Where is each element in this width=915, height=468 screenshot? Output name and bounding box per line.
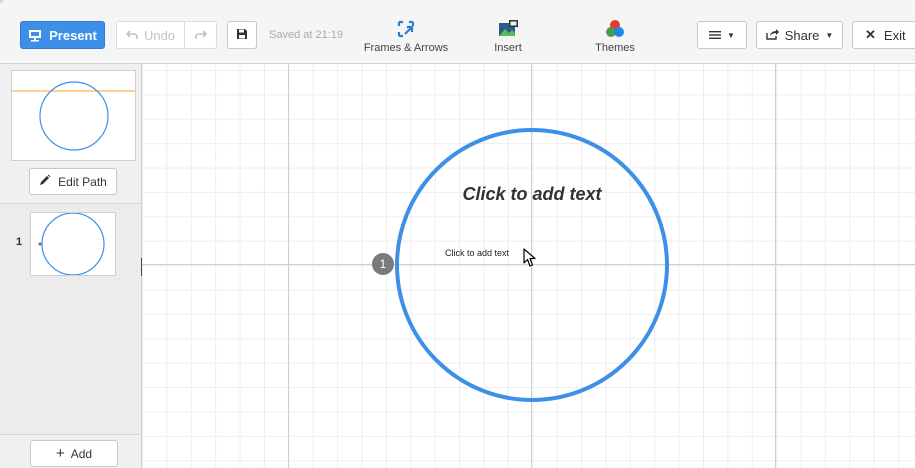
frames-arrows-icon [396, 18, 416, 40]
save-button[interactable] [227, 21, 257, 49]
close-icon: ✕ [865, 27, 876, 42]
share-icon [765, 28, 779, 43]
redo-button[interactable] [185, 21, 217, 49]
share-button[interactable]: Share ▼ [756, 21, 843, 49]
insert-tool[interactable]: Insert [478, 18, 538, 58]
grid-guide-line [288, 64, 289, 468]
insert-image-icon [497, 18, 519, 40]
body-placeholder[interactable]: Click to add text [445, 248, 509, 258]
share-label: Share [784, 27, 820, 43]
menu-button[interactable]: ▼ [697, 21, 747, 49]
overview-preview [12, 81, 135, 151]
add-label: Add [70, 446, 93, 461]
save-icon [236, 28, 248, 43]
frames-list: 1 [0, 204, 141, 434]
undo-label: Undo [143, 27, 176, 43]
themes-tool[interactable]: Themes [583, 18, 647, 58]
plus-icon: + [55, 445, 65, 462]
present-label: Present [49, 27, 97, 43]
canvas[interactable]: Click to add text Click to add text 1 [142, 64, 915, 468]
themes-icon [605, 18, 625, 40]
undo-icon [125, 28, 138, 43]
frame-number: 1 [16, 236, 23, 248]
frames-arrows-tool[interactable]: Frames & Arrows [360, 18, 452, 58]
edit-path-label: Edit Path [58, 174, 107, 189]
frame-number-badge[interactable]: 1 [372, 253, 394, 275]
frames-arrows-label: Frames & Arrows [363, 42, 449, 54]
pencil-icon [39, 174, 51, 189]
exit-label: Exit [883, 27, 906, 43]
overview-thumbnail[interactable] [11, 70, 136, 161]
saved-status: Saved at 21:19 [269, 29, 344, 41]
hamburger-menu-icon [709, 28, 722, 43]
edit-path-button[interactable]: Edit Path [29, 168, 117, 195]
top-toolbar: Present Undo Saved at 21:19 Frames & Arr… [0, 0, 915, 64]
sidebar-divider [0, 434, 142, 435]
frame-list-item[interactable]: 1 [0, 210, 141, 280]
add-frame-button[interactable]: + Add [30, 440, 118, 467]
chevron-down-icon: ▼ [727, 30, 735, 40]
mouse-cursor-icon [523, 248, 537, 273]
exit-button[interactable]: ✕ Exit [852, 21, 915, 49]
prezi-editor-window: Present Undo Saved at 21:19 Frames & Arr… [0, 0, 915, 468]
redo-icon [194, 28, 207, 43]
title-placeholder[interactable]: Click to add text [432, 184, 632, 205]
undo-button[interactable]: Undo [116, 21, 185, 49]
chevron-down-icon: ▼ [825, 30, 834, 40]
frame-preview [38, 212, 105, 276]
frame-thumbnail[interactable] [30, 212, 116, 276]
presentation-icon [28, 29, 42, 42]
themes-label: Themes [595, 42, 635, 54]
grid-guide-line [775, 64, 776, 468]
insert-label: Insert [494, 42, 522, 54]
path-sidebar: Edit Path 1 + Add [0, 64, 142, 468]
present-button[interactable]: Present [20, 21, 105, 49]
